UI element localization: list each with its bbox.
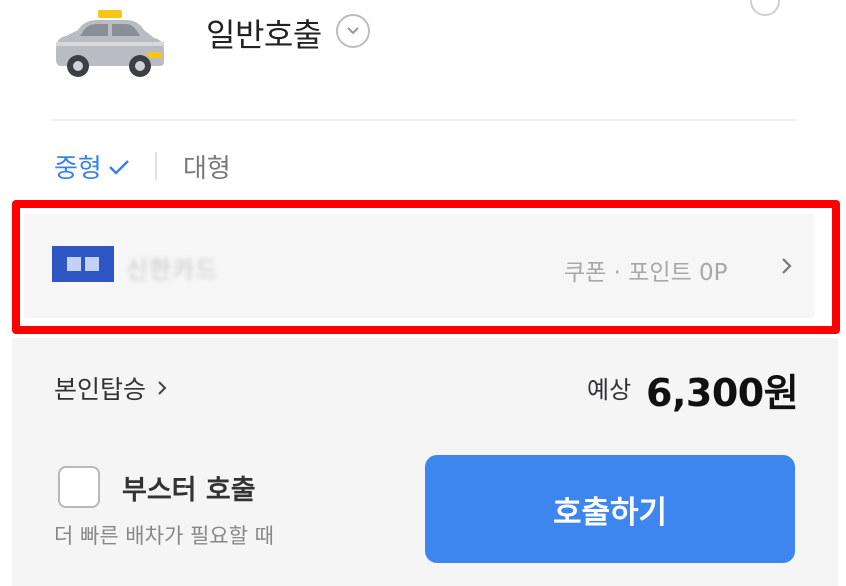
chevron-right-icon [158,381,167,395]
estimate-label: 예상 [587,376,632,404]
tab-divider [155,152,157,180]
call-button[interactable]: 호출하기 [425,455,795,563]
highlight-box [12,200,840,334]
booster-description: 더 빠른 배차가 필요할 때 [54,524,274,548]
tab-large-size[interactable]: 대형 [183,148,231,185]
booster-label[interactable]: 부스터 호출 [122,468,256,507]
booster-checkbox[interactable] [58,466,100,508]
divider [52,119,796,121]
self-ride-option[interactable]: 본인탑승 [54,370,168,406]
estimated-fare: 6,300원 [646,371,799,415]
taxi-icon [50,8,170,80]
call-type-label[interactable]: 일반호출 [206,10,322,56]
tab-medium-label: 중형 [54,154,102,184]
chevron-down-icon [347,27,359,35]
self-ride-label: 본인탑승 [54,375,147,404]
info-icon[interactable] [750,0,780,16]
call-type-dropdown-button[interactable] [336,14,370,48]
tab-medium-size[interactable]: 중형 [54,148,130,185]
checkmark-icon [108,159,129,175]
